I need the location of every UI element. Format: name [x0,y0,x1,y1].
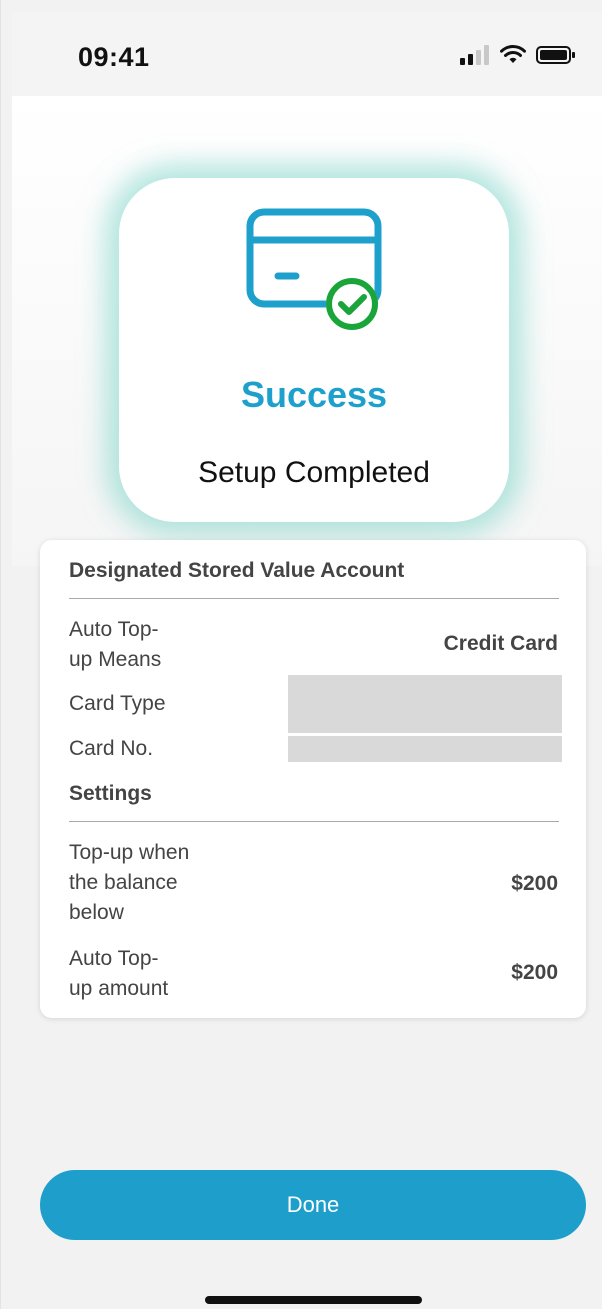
label-line: Auto Top- [69,947,159,970]
label-line: below [69,901,124,924]
home-indicator[interactable] [205,1296,422,1304]
success-subtitle: Setup Completed [198,456,430,489]
status-bar: 09:41 [12,12,602,96]
row-label-card-type: Card Type [69,692,166,715]
row-label-auto-topup-amount: Auto Top- up amount [69,944,168,1004]
credit-card-check-icon [246,208,382,330]
label-line: up amount [69,977,169,1000]
signal-icon [460,45,489,65]
wifi-icon [500,45,526,63]
details-card: Designated Stored Value Account Auto Top… [40,540,586,1018]
row-value-auto-topup-means: Credit Card [443,632,558,655]
row-value-topup-when: $200 [511,872,558,895]
masked-card-type [288,675,562,733]
success-card: Success Setup Completed [119,178,509,522]
status-icons [460,45,576,65]
label-line: up Means [69,648,162,671]
row-label-card-no: Card No. [69,737,154,760]
label-line: Top-up when [69,841,190,864]
row-label-topup-when: Top-up when the balance below [69,838,189,928]
label-line: the balance [69,871,178,894]
done-button[interactable]: Done [40,1170,586,1240]
row-label-auto-topup-means: Auto Top- up Means [69,615,161,675]
row-value-auto-topup-amount: $200 [511,961,558,984]
battery-icon [536,46,575,64]
divider [69,821,559,822]
divider [69,598,559,599]
label-line: Auto Top- [69,618,159,641]
masked-card-no [288,736,562,762]
success-title: Success [240,374,388,415]
status-time: 09:41 [78,42,150,72]
section-title-account: Designated Stored Value Account [69,559,405,582]
section-title-settings: Settings [69,782,152,805]
